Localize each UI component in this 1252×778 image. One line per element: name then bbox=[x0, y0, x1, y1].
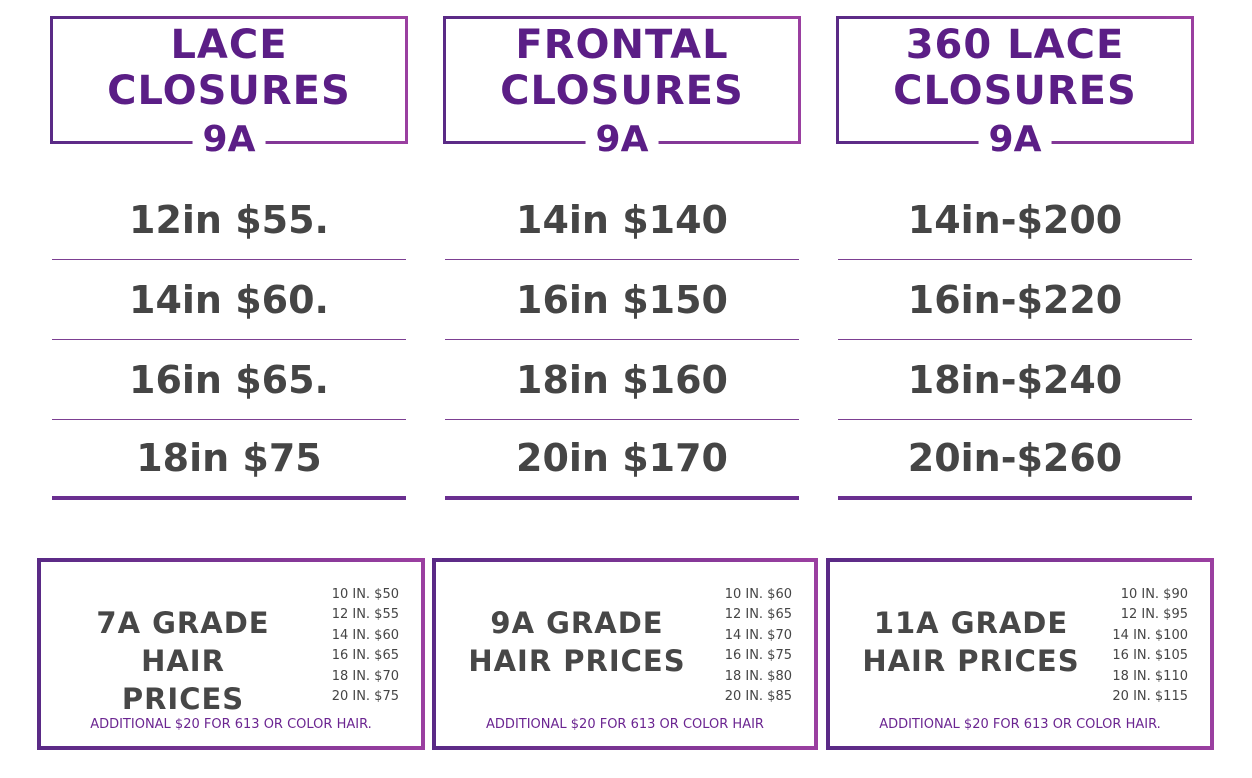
grade-price-item: 12 IN. $95 bbox=[1120, 607, 1188, 623]
grade-price-item: 20 IN. $85 bbox=[724, 689, 792, 705]
grade-price-item: 18 IN. $110 bbox=[1112, 668, 1188, 684]
price-row: 20in-$260 bbox=[838, 420, 1192, 500]
grade-price-item: 20 IN. $75 bbox=[331, 689, 399, 705]
price-list: 14in-$200 16in-$220 18in-$240 20in-$260 bbox=[838, 180, 1192, 500]
section-grade: 9A bbox=[978, 119, 1052, 161]
grade-price-item: 10 IN. $60 bbox=[724, 587, 792, 602]
section-title: LACE CLOSURES bbox=[107, 22, 351, 114]
price-row: 18in $75 bbox=[52, 420, 406, 500]
color-hair-note: ADDITIONAL $20 FOR 613 OR COLOR HAIR. bbox=[879, 717, 1161, 732]
price-row: 18in-$240 bbox=[838, 340, 1192, 420]
price-row: 18in $160 bbox=[445, 340, 799, 420]
color-hair-note: ADDITIONAL $20 FOR 613 OR COLOR HAIR. bbox=[90, 717, 372, 732]
price-row: 14in $60. bbox=[52, 260, 406, 340]
color-hair-note: ADDITIONAL $20 FOR 613 OR COLOR HAIR bbox=[486, 717, 764, 732]
grade-price-item: 12 IN. $55 bbox=[331, 607, 399, 623]
grade-price-item: 14 IN. $70 bbox=[724, 627, 792, 643]
7a-grade-box: 7A GRADE HAIR PRICES 10 IN. $50 12 IN. $… bbox=[37, 558, 425, 750]
price-list: 12in $55. 14in $60. 16in $65. 18in $75 bbox=[52, 180, 406, 500]
section-title: 360 LACE CLOSURES bbox=[893, 22, 1137, 114]
price-row: 14in $140 bbox=[445, 180, 799, 260]
grade-price-list: 10 IN. $50 12 IN. $55 14 IN. $60 16 IN. … bbox=[332, 585, 399, 707]
grade-price-item: 14 IN. $100 bbox=[1112, 627, 1188, 643]
grade-price-item: 18 IN. $70 bbox=[331, 668, 399, 684]
grade-price-item: 20 IN. $115 bbox=[1112, 689, 1188, 705]
grade-title: 7A GRADE HAIR PRICES bbox=[96, 606, 270, 716]
price-row: 16in $65. bbox=[52, 340, 406, 420]
grade-price-item: 16 IN. $65 bbox=[331, 648, 399, 664]
grade-title: 11A GRADE HAIR PRICES bbox=[862, 606, 1080, 678]
grade-price-item: 10 IN. $50 bbox=[331, 587, 399, 602]
grade-price-item: 16 IN. $75 bbox=[724, 648, 792, 664]
11a-grade-box: 11A GRADE HAIR PRICES 10 IN. $90 12 IN. … bbox=[826, 558, 1214, 750]
grade-price-list: 10 IN. $60 12 IN. $65 14 IN. $70 16 IN. … bbox=[725, 585, 792, 707]
section-grade: 9A bbox=[192, 119, 266, 161]
price-row: 16in-$220 bbox=[838, 260, 1192, 340]
grade-title: 9A GRADE HAIR PRICES bbox=[468, 606, 686, 678]
grade-price-item: 14 IN. $60 bbox=[331, 627, 399, 643]
grade-price-list: 10 IN. $90 12 IN. $95 14 IN. $100 16 IN.… bbox=[1112, 585, 1188, 707]
grade-price-item: 12 IN. $65 bbox=[724, 607, 792, 623]
price-row: 14in-$200 bbox=[838, 180, 1192, 260]
grade-price-item: 18 IN. $80 bbox=[724, 668, 792, 684]
price-row: 20in $170 bbox=[445, 420, 799, 500]
grade-price-item: 10 IN. $90 bbox=[1120, 587, 1188, 602]
section-grade: 9A bbox=[585, 119, 659, 161]
section-title: FRONTAL CLOSURES bbox=[500, 22, 744, 114]
9a-grade-box: 9A GRADE HAIR PRICES 10 IN. $60 12 IN. $… bbox=[432, 558, 818, 750]
price-list: 14in $140 16in $150 18in $160 20in $170 bbox=[445, 180, 799, 500]
grade-price-item: 16 IN. $105 bbox=[1112, 648, 1188, 664]
price-row: 12in $55. bbox=[52, 180, 406, 260]
price-row: 16in $150 bbox=[445, 260, 799, 340]
